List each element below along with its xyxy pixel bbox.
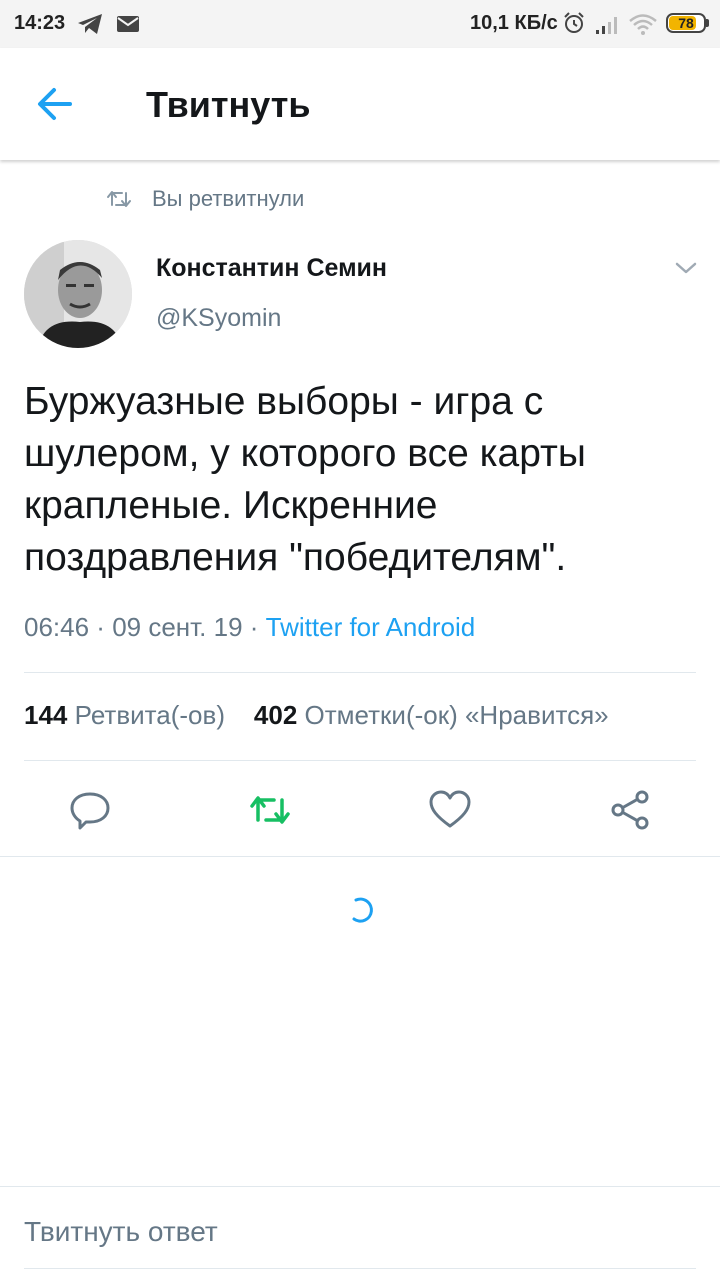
back-arrow-icon[interactable] xyxy=(30,84,78,124)
wifi-icon xyxy=(629,14,657,35)
telegram-icon xyxy=(78,14,102,34)
like-icon[interactable] xyxy=(426,786,474,834)
retweets-count: 144 xyxy=(24,700,68,730)
tweet-source-link[interactable]: Twitter for Android xyxy=(266,612,476,642)
network-speed: 10,1 КБ/с xyxy=(470,12,558,34)
divider xyxy=(24,760,696,761)
mail-icon xyxy=(117,16,139,32)
avatar[interactable] xyxy=(24,240,132,348)
battery-level: 78 xyxy=(678,15,694,31)
app-header: Твитнуть xyxy=(0,48,720,160)
alarm-icon xyxy=(564,12,584,33)
signal-icon xyxy=(596,17,617,34)
meta-separator: · xyxy=(242,612,266,642)
likes-count: 402 xyxy=(253,700,298,730)
likes-label: Отметки(-ок) «Нравится» xyxy=(304,700,609,730)
tweet-stats: 144 Ретвита(-ов) 402 Отметки(-ок) «Нрави… xyxy=(24,700,696,731)
tweet-time: 06:46 xyxy=(24,612,90,642)
tweet-text: Буржуазные выборы - игра с шулером, у ко… xyxy=(24,380,586,579)
status-bar: 14:23 10,1 КБ/с 78 xyxy=(0,0,720,48)
meta-separator: · xyxy=(89,612,113,642)
divider xyxy=(0,1186,720,1187)
page-title: Твитнуть xyxy=(146,84,311,125)
share-icon[interactable] xyxy=(606,786,654,834)
retweets-stat[interactable]: 144 Ретвита(-ов) xyxy=(24,700,225,730)
likes-stat[interactable]: 402 Отметки(-ок) «Нравится» xyxy=(254,700,609,730)
tweet-meta: 06:46 · 09 сент. 19 · Twitter for Androi… xyxy=(24,612,475,643)
reply-icon[interactable] xyxy=(66,786,114,834)
divider xyxy=(24,672,696,673)
loading-spinner-icon xyxy=(352,897,373,923)
author-name[interactable]: Константин Семин xyxy=(156,254,387,283)
avatar-photo xyxy=(24,240,132,348)
status-time: 14:23 xyxy=(14,12,66,34)
author-handle[interactable]: @KSyomin xyxy=(156,304,281,333)
tweet-date: 09 сент. 19 xyxy=(112,612,243,642)
chevron-down-icon[interactable] xyxy=(672,256,700,280)
retweets-label: Ретвита(-ов) xyxy=(74,700,225,730)
battery-tip xyxy=(706,19,709,27)
battery-icon: 78 xyxy=(666,13,706,33)
reply-input[interactable]: Твитнуть ответ xyxy=(24,1216,218,1248)
retweet-icon[interactable] xyxy=(246,786,294,834)
reply-underline xyxy=(24,1268,696,1269)
retweet-small-icon xyxy=(107,191,131,207)
retweeted-label: Вы ретвитнули xyxy=(152,186,305,211)
divider xyxy=(0,856,720,857)
